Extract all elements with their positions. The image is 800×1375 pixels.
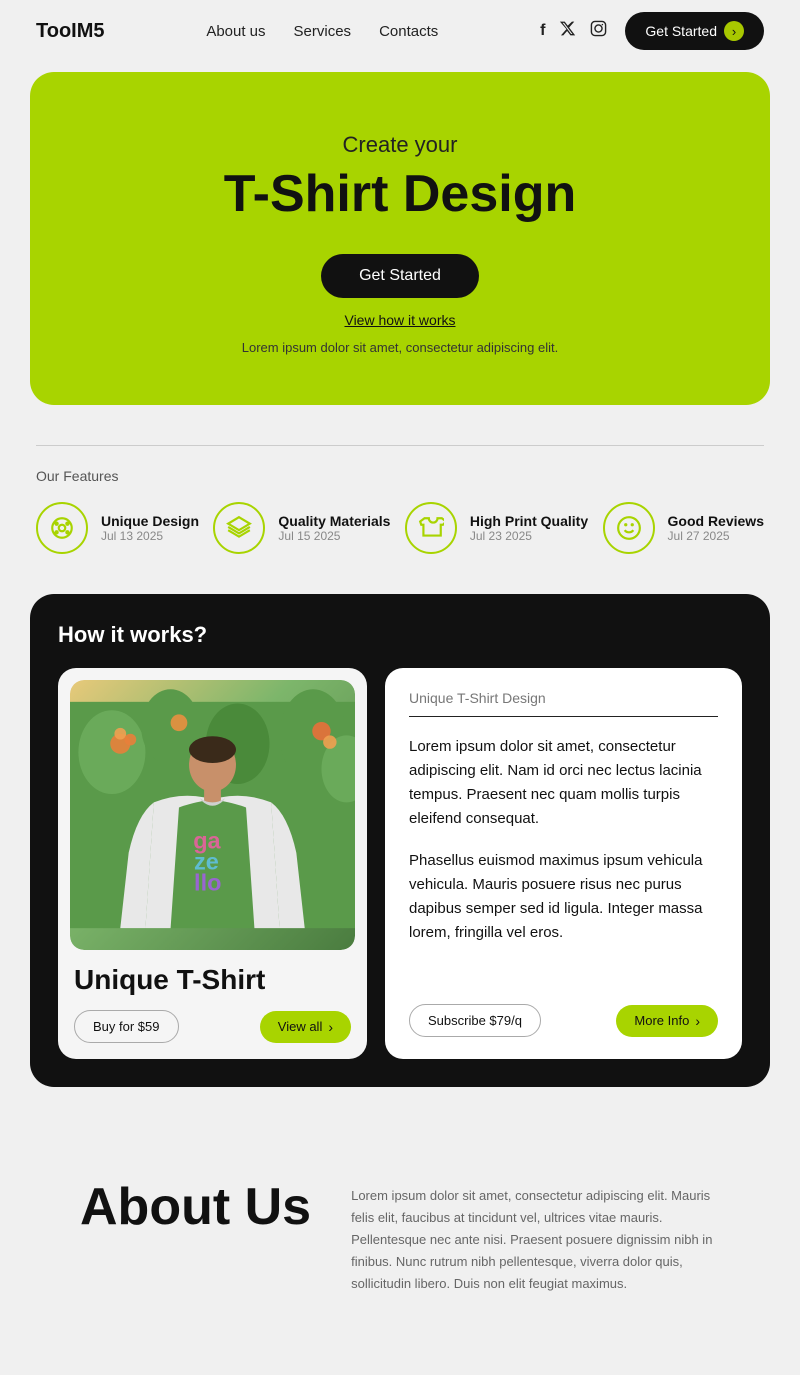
feature-quality-materials: Quality Materials Jul 15 2025 — [213, 502, 390, 554]
how-cards: ga ze llo Unique T-Shirt Buy for $59 Vie… — [58, 668, 742, 1059]
more-info-arrow-icon: › — [695, 1013, 700, 1029]
hero-section: Create your T-Shirt Design Get Started V… — [30, 72, 770, 405]
hero-view-link[interactable]: View how it works — [70, 312, 730, 328]
nav-services[interactable]: Services — [294, 23, 352, 40]
nav-get-started-button[interactable]: Get Started › — [625, 12, 764, 50]
feature-1-date: Jul 15 2025 — [278, 529, 390, 543]
card-body-text-2: Phasellus euismod maximus ipsum vehicula… — [409, 849, 718, 945]
more-info-button[interactable]: More Info › — [616, 1005, 718, 1037]
feature-0-date: Jul 13 2025 — [101, 529, 199, 543]
card-left-footer: Buy for $59 View all › — [74, 1010, 351, 1043]
unique-design-icon — [36, 502, 88, 554]
hero-title: T-Shirt Design — [70, 164, 730, 224]
good-reviews-icon — [603, 502, 655, 554]
svg-text:llo: llo — [194, 869, 221, 895]
subscribe-button[interactable]: Subscribe $79/q — [409, 1004, 541, 1037]
feature-3-date: Jul 27 2025 — [668, 529, 764, 543]
feature-2-title: High Print Quality — [470, 513, 588, 529]
features-grid: Unique Design Jul 13 2025 Quality Materi… — [36, 502, 764, 554]
view-all-arrow-icon: › — [328, 1019, 333, 1035]
how-card-right: Unique T-Shirt Design Lorem ipsum dolor … — [385, 668, 742, 1059]
about-text: Lorem ipsum dolor sit amet, consectetur … — [351, 1177, 720, 1295]
feature-good-reviews: Good Reviews Jul 27 2025 — [603, 502, 764, 554]
buy-button[interactable]: Buy for $59 — [74, 1010, 179, 1043]
feature-1-title: Quality Materials — [278, 513, 390, 529]
how-card-left: ga ze llo Unique T-Shirt Buy for $59 Vie… — [58, 668, 367, 1059]
how-title: How it works? — [58, 622, 742, 648]
about-section: About Us Lorem ipsum dolor sit amet, con… — [0, 1117, 800, 1375]
nav-social: f — [540, 20, 607, 42]
card-right-footer: Subscribe $79/q More Info › — [409, 1004, 718, 1037]
navbar: TooIM5 About us Services Contacts f Get … — [0, 0, 800, 62]
feature-high-print: High Print Quality Jul 23 2025 — [405, 502, 588, 554]
nav-get-started-arrow-icon: › — [724, 21, 744, 41]
hero-subtext: Lorem ipsum dolor sit amet, consectetur … — [70, 340, 730, 355]
card-shirt-title: Unique T-Shirt — [74, 964, 351, 996]
facebook-icon[interactable]: f — [540, 22, 545, 40]
features-divider — [36, 445, 764, 446]
nav-about[interactable]: About us — [206, 23, 265, 40]
quality-materials-icon — [213, 502, 265, 554]
nav-links: About us Services Contacts — [206, 23, 438, 40]
hero-cta-button[interactable]: Get Started — [321, 254, 479, 298]
shirt-image-wrap: ga ze llo — [70, 680, 355, 950]
about-title: About Us — [80, 1177, 311, 1237]
hero-pre-title: Create your — [70, 132, 730, 158]
instagram-icon[interactable] — [590, 20, 607, 42]
card-left-body: Unique T-Shirt Buy for $59 View all › — [58, 950, 367, 1059]
feature-unique-design: Unique Design Jul 13 2025 — [36, 502, 199, 554]
card-divider — [409, 716, 718, 717]
features-label: Our Features — [36, 468, 764, 484]
card-body-text-1: Lorem ipsum dolor sit amet, consectetur … — [409, 735, 718, 831]
twitter-icon[interactable] — [559, 20, 576, 42]
feature-2-date: Jul 23 2025 — [470, 529, 588, 543]
high-print-quality-icon — [405, 502, 457, 554]
logo: TooIM5 — [36, 20, 105, 43]
shirt-image: ga ze llo — [70, 680, 355, 950]
view-all-button[interactable]: View all › — [260, 1011, 351, 1043]
how-section: How it works? — [30, 594, 770, 1087]
feature-3-title: Good Reviews — [668, 513, 764, 529]
features-section: Our Features Unique Design Jul 13 2025 Q… — [0, 435, 800, 584]
feature-0-title: Unique Design — [101, 513, 199, 529]
nav-contacts[interactable]: Contacts — [379, 23, 438, 40]
card-right-subtitle: Unique T-Shirt Design — [409, 690, 718, 706]
